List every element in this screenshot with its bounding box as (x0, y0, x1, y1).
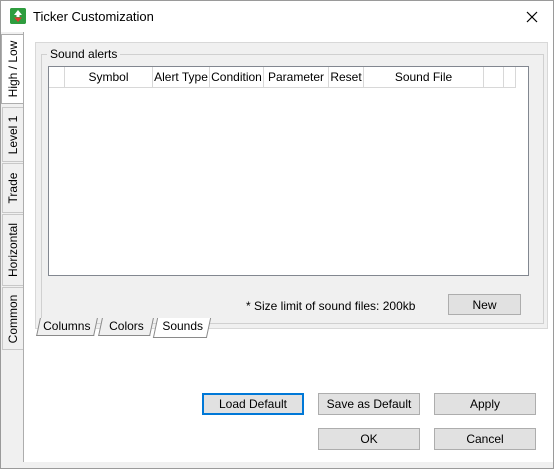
load-default-button[interactable]: Load Default (202, 393, 304, 415)
app-icon (10, 8, 26, 24)
tab-trade[interactable]: Trade (2, 163, 23, 213)
tab-label: Colors (108, 319, 144, 333)
tab-label: Trade (6, 172, 20, 204)
close-button[interactable] (517, 5, 547, 29)
close-icon (526, 11, 538, 23)
tab-label: High / Low (5, 40, 20, 98)
column-header-symbol[interactable]: Symbol (65, 67, 153, 88)
column-header-condition[interactable]: Condition (210, 67, 264, 88)
tab-common[interactable]: Common (2, 287, 23, 350)
window-title: Ticker Customization (33, 9, 154, 24)
new-alert-button[interactable]: New (448, 294, 521, 315)
cancel-button[interactable]: Cancel (434, 428, 536, 450)
tab-label: Horizontal (6, 222, 20, 278)
ok-button[interactable]: OK (318, 428, 420, 450)
tab-columns[interactable]: Columns (36, 318, 98, 336)
apply-button[interactable]: Apply (434, 393, 536, 415)
sound-alerts-table[interactable]: Symbol Alert Type Condition Parameter Re… (48, 66, 529, 276)
tab-sounds[interactable]: Sounds (152, 318, 212, 338)
tab-horizontal[interactable]: Horizontal (2, 214, 23, 286)
tab-high-low[interactable]: High / Low (1, 34, 23, 104)
size-limit-note: * Size limit of sound files: 200kb (246, 299, 416, 313)
sounds-panel: Sound alerts Symbol Alert Type Condition… (35, 42, 548, 329)
ticker-customization-window: Ticker Customization High / Low Level 1 … (0, 0, 554, 469)
tab-label: Level 1 (6, 115, 20, 154)
save-as-default-button[interactable]: Save as Default (318, 393, 420, 415)
column-header-reset[interactable]: Reset (329, 67, 364, 88)
group-label: Sound alerts (47, 47, 121, 61)
column-header-row-selector[interactable] (49, 67, 65, 88)
column-header-sound-file[interactable]: Sound File (364, 67, 484, 88)
column-header-alert-type[interactable]: Alert Type (153, 67, 210, 88)
tab-label: Sounds (161, 319, 203, 333)
bottom-tab-strip: Columns Colors Sounds (36, 318, 236, 338)
vertical-tab-strip: High / Low Level 1 Trade Horizontal Comm… (1, 32, 23, 462)
column-header-parameter[interactable]: Parameter (264, 67, 329, 88)
column-header-extra-1[interactable] (484, 67, 504, 88)
sound-alerts-group: Sound alerts Symbol Alert Type Condition… (41, 47, 544, 324)
tab-label: Common (6, 294, 20, 343)
column-header-extra-2[interactable] (504, 67, 516, 88)
tab-label: Columns (43, 319, 91, 333)
title-bar: Ticker Customization (1, 1, 553, 32)
table-header: Symbol Alert Type Condition Parameter Re… (49, 67, 528, 88)
tab-colors[interactable]: Colors (98, 318, 154, 336)
tab-level-1[interactable]: Level 1 (2, 107, 23, 162)
